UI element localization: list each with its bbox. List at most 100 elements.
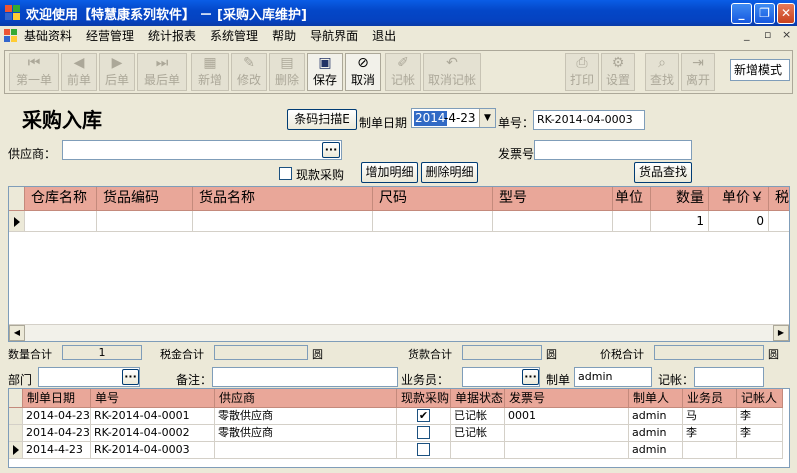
document-list-grid[interactable]: 制单日期 单号 供应商 现款采购 单据状态 发票号 制单人 业务员 记帐人 20… [8,388,790,468]
cell-goods-name[interactable] [193,211,373,231]
cell-salesman[interactable]: 李 [683,425,737,441]
first-record-button[interactable]: ⏮ 第一单 [9,53,59,91]
cell-tax[interactable] [769,211,789,231]
menu-basic-data[interactable]: 基础资料 [24,27,72,44]
col-model[interactable]: 型号 [493,187,613,211]
scroll-right-icon[interactable]: ▶ [773,325,789,341]
cell-make-date[interactable]: 2014-4-23 [23,442,91,458]
col-salesman[interactable]: 业务员 [683,389,737,408]
cell-doc-status[interactable]: 已记帐 [451,408,505,424]
add-detail-button[interactable]: 增加明细 [361,162,418,183]
cell-warehouse[interactable] [25,211,97,231]
remove-detail-button[interactable]: 删除明细 [421,162,478,183]
cell-salesman[interactable] [683,442,737,458]
cell-invoice-no[interactable]: 0001 [505,408,629,424]
menu-exit[interactable]: 退出 [372,27,396,44]
col-poster[interactable]: 记帐人 [737,389,783,408]
cell-poster[interactable]: 李 [737,408,783,424]
cash-purchase-checkbox[interactable]: ✔ [417,408,430,422]
cancel-button[interactable]: ⊘ 取消 [345,53,381,91]
horizontal-scrollbar[interactable]: ◀ ▶ [9,324,789,341]
cell-doc-no[interactable]: RK-2014-04-0003 [91,442,215,458]
next-record-button[interactable]: ▶ 后单 [99,53,135,91]
detail-grid[interactable]: 仓库名称 货品编码 货品名称 尺码 型号 单位 数量 单价￥ 税 1 0 ◀ ▶ [8,186,790,342]
table-row[interactable]: 2014-04-23 RK-2014-04-0001 零散供应商 ✔ 已记帐 0001 ad… [9,408,783,425]
menu-reports[interactable]: 统计报表 [148,27,196,44]
col-size[interactable]: 尺码 [373,187,493,211]
maker-field[interactable]: admin [574,367,652,387]
post-button[interactable]: ✐ 记帐 [385,53,421,91]
table-row[interactable]: 2014-4-23 RK-2014-04-0003 admin [9,442,783,459]
save-button[interactable]: ▣ 保存 [307,53,343,91]
exit-button[interactable]: ⇥ 离开 [681,53,715,91]
invoice-field[interactable] [534,140,692,160]
prev-record-button[interactable]: ◀ 前单 [61,53,97,91]
cell-poster[interactable]: 李 [737,425,783,441]
col-unit[interactable]: 单位 [613,187,651,211]
cell-cash-purchase[interactable] [397,442,451,458]
menu-navigation[interactable]: 导航界面 [310,27,358,44]
col-make-date[interactable]: 制单日期 [23,389,91,408]
dept-browse-button[interactable]: ··· [122,369,139,385]
delete-button[interactable]: ▤ 删除 [269,53,305,91]
supplier-field[interactable] [62,140,342,160]
cell-unit[interactable] [613,211,651,231]
find-button[interactable]: ⌕ 查找 [645,53,679,91]
unpost-button[interactable]: ↶ 取消记帐 [423,53,481,91]
date-picker[interactable]: 2014 -4-23 ▼ [411,108,496,128]
col-goods-code[interactable]: 货品编码 [97,187,193,211]
col-doc-status[interactable]: 单据状态 [451,389,505,408]
scroll-left-icon[interactable]: ◀ [9,325,25,341]
cell-size[interactable] [373,211,493,231]
menu-help[interactable]: 帮助 [272,27,296,44]
mdi-minimize-button[interactable]: _ [744,28,750,41]
cell-maker[interactable]: admin [629,408,683,424]
cell-doc-no[interactable]: RK-2014-04-0001 [91,408,215,424]
cell-doc-status[interactable] [451,442,505,458]
cash-purchase-checkbox[interactable] [417,442,430,456]
col-unit-price[interactable]: 单价￥ [709,187,769,211]
cell-goods-code[interactable] [97,211,193,231]
col-doc-no[interactable]: 单号 [91,389,215,408]
mdi-close-button[interactable]: × [782,28,791,41]
menu-system[interactable]: 系统管理 [210,27,258,44]
col-maker[interactable]: 制单人 [629,389,683,408]
print-button[interactable]: ⎙ 打印 [565,53,599,91]
cell-cash-purchase[interactable]: ✔ [397,408,451,424]
cell-make-date[interactable]: 2014-04-23 [23,408,91,424]
cash-purchase-checkbox[interactable] [417,425,430,439]
poster-field[interactable] [694,367,764,387]
col-goods-name[interactable]: 货品名称 [193,187,373,211]
salesman-browse-button[interactable]: ··· [522,369,539,385]
cell-supplier[interactable]: 零散供应商 [215,408,397,424]
cash-purchase-checkbox[interactable] [279,167,292,180]
col-tax[interactable]: 税 [769,187,789,211]
cell-invoice-no[interactable] [505,442,629,458]
cell-model[interactable] [493,211,613,231]
col-invoice-no[interactable]: 发票号 [505,389,629,408]
cell-poster[interactable] [737,442,783,458]
cell-supplier[interactable] [215,442,397,458]
barcode-scan-button[interactable]: 条码扫描E [287,109,357,130]
cell-doc-no[interactable]: RK-2014-04-0002 [91,425,215,441]
chevron-down-icon[interactable]: ▼ [479,109,495,127]
table-row[interactable]: 2014-04-23 RK-2014-04-0002 零散供应商 已记帐 admin 李李 [9,425,783,442]
doc-no-field[interactable]: RK-2014-04-0003 [533,110,645,130]
menu-operations[interactable]: 经营管理 [86,27,134,44]
cell-unit-price[interactable]: 0 [709,211,769,231]
cell-doc-status[interactable]: 已记帐 [451,425,505,441]
cell-supplier[interactable]: 零散供应商 [215,425,397,441]
note-field[interactable] [212,367,398,387]
last-record-button[interactable]: ⏭ 最后单 [137,53,187,91]
col-warehouse[interactable]: 仓库名称 [25,187,97,211]
cell-cash-purchase[interactable] [397,425,451,441]
settings-button[interactable]: ⚙ 设置 [601,53,635,91]
supplier-browse-button[interactable]: ··· [322,142,340,158]
new-button[interactable]: ▦ 新增 [191,53,229,91]
mdi-restore-button[interactable]: ▫ [764,28,771,41]
cell-make-date[interactable]: 2014-04-23 [23,425,91,441]
close-button[interactable]: ✕ [777,3,795,24]
edit-button[interactable]: ✎ 修改 [231,53,267,91]
cell-maker[interactable]: admin [629,425,683,441]
cell-salesman[interactable]: 马 [683,408,737,424]
